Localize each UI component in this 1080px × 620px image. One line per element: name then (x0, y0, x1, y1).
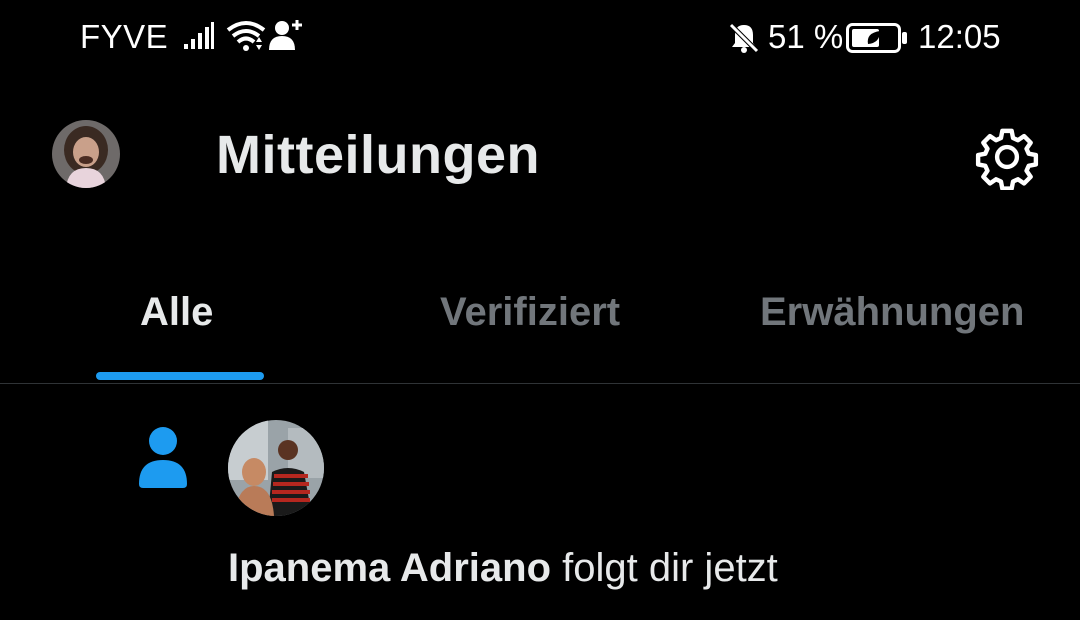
tab-alle[interactable]: Alle (140, 290, 213, 335)
person-follow-icon (138, 426, 188, 493)
battery-percent: 51 % (768, 18, 844, 55)
bell-muted-icon (728, 22, 760, 59)
settings-gear-icon[interactable] (974, 124, 1040, 195)
follower-name[interactable]: Ipanema Adriano (228, 546, 551, 590)
active-tab-indicator (96, 372, 264, 380)
profile-avatar[interactable] (52, 120, 120, 188)
notification-action: folgt dir jetzt (551, 546, 778, 590)
wifi-icon (226, 20, 266, 57)
clock: 12:05 (918, 18, 1001, 55)
carrier-name: FYVE (80, 18, 169, 55)
add-contact-icon (268, 18, 304, 57)
follower-avatar[interactable] (228, 420, 324, 516)
notification-text: Ipanema Adriano folgt dir jetzt (228, 546, 778, 591)
tab-erwaehnungen[interactable]: Erwähnungen (760, 290, 1024, 335)
battery-icon (846, 23, 908, 58)
cellular-signal-icon (183, 22, 215, 55)
tab-verifiziert[interactable]: Verifiziert (440, 290, 620, 335)
status-bar: FYVE 51 % 12:05 (0, 0, 1080, 78)
page-title: Mitteilungen (216, 125, 540, 185)
notification-item[interactable]: Ipanema Adriano folgt dir jetzt (0, 384, 1080, 620)
